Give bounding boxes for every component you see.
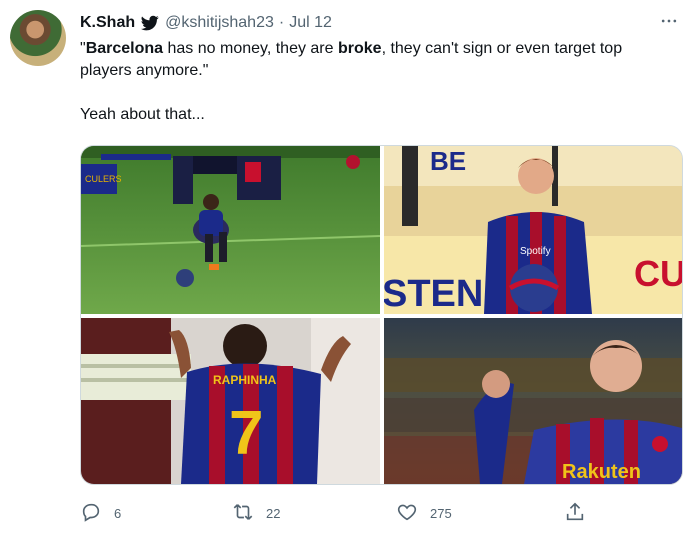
media-grid: CULERS BE STEN CU Spotify RAPHINHA 7 Rak…: [80, 145, 683, 485]
retweet-icon: [232, 501, 254, 526]
verified-bird-icon: [140, 14, 159, 32]
separator-dot: ·: [278, 14, 285, 31]
heart-icon: [396, 501, 418, 526]
tweet-actions: 6 22 275: [80, 498, 600, 528]
jersey-name-text: RAPHINHA: [213, 373, 277, 387]
tweet-text: "Barcelona has no money, they are broke,…: [80, 38, 670, 126]
backdrop-text-right: CU: [634, 253, 682, 294]
like-button[interactable]: 275: [396, 498, 452, 528]
author-name[interactable]: K.Shah: [80, 14, 135, 32]
sponsor-text: Spotify: [520, 246, 551, 257]
tweet-text-line2: Yeah about that...: [80, 106, 205, 123]
sponsor-text: Rakuten: [562, 461, 641, 483]
backdrop-text-bottom: STEN: [384, 273, 483, 314]
reply-button[interactable]: 6: [80, 498, 121, 528]
tweet-date[interactable]: Jul 12: [289, 14, 332, 32]
author-handle[interactable]: @kshitijshah23: [165, 14, 274, 32]
media-image-4[interactable]: Rakuten: [384, 318, 682, 484]
text-segment: has no money, they are: [163, 40, 338, 57]
backdrop-text-top: BE: [430, 146, 466, 176]
tweet-card[interactable]: K.Shah @kshitijshah23 · Jul 12 "Barcelon…: [0, 0, 700, 537]
avatar[interactable]: [10, 10, 66, 66]
share-button[interactable]: [564, 498, 586, 528]
tweet-header: K.Shah @kshitijshah23 · Jul 12: [80, 12, 332, 34]
share-icon: [564, 501, 586, 526]
retweet-button[interactable]: 22: [232, 498, 280, 528]
retweet-count: 22: [266, 505, 281, 521]
reply-count: 6: [114, 505, 122, 521]
media-image-3[interactable]: RAPHINHA 7: [81, 318, 380, 484]
jersey-number-text: 7: [229, 399, 263, 468]
bold-barcelona: Barcelona: [85, 40, 164, 57]
banner-text: CULERS: [85, 174, 122, 184]
bold-broke: broke: [337, 40, 382, 57]
tweet-text-line1: "Barcelona has no money, they are broke,…: [80, 38, 670, 82]
reply-icon: [80, 501, 102, 526]
media-image-1[interactable]: CULERS: [81, 146, 380, 314]
more-options-icon[interactable]: [654, 10, 684, 32]
like-count: 275: [430, 505, 452, 521]
media-image-2[interactable]: BE STEN CU Spotify: [384, 146, 682, 314]
